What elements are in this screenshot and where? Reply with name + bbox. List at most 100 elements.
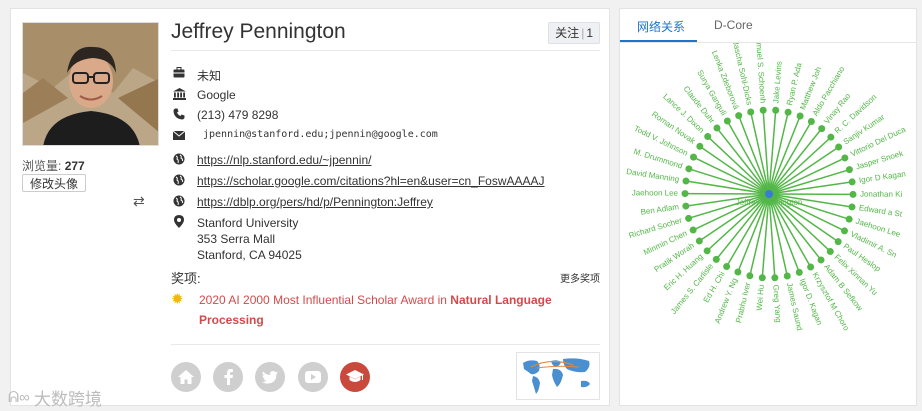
twitter-icon [262,370,278,384]
swap-icon[interactable]: ⇄ [133,193,145,210]
tab-d-core[interactable]: D-Core [714,18,753,32]
home-button[interactable] [171,362,201,392]
coauthor-edge [768,136,832,195]
globe-icon [171,174,187,189]
coauthor-edge [699,145,770,195]
coauthor-node[interactable] [759,106,767,114]
coauthor-node[interactable] [848,178,856,186]
twitter-button[interactable] [255,362,285,392]
follow-button[interactable]: 关注 | 1 [548,22,600,44]
homepage-link[interactable]: https://nlp.stanford.edu/~jpennin/ [197,153,371,167]
coauthor-node[interactable] [713,124,721,132]
facebook-button[interactable] [213,362,243,392]
world-map[interactable] [516,352,600,400]
change-avatar-button[interactable]: 修改头像 [22,174,86,192]
coauthor-node[interactable] [696,142,704,150]
coauthor-label[interactable]: Jaehoon Lee [632,188,679,197]
awards-label: 奖项: [171,271,201,286]
watermark-text: 大数跨境 [33,390,102,409]
avatar-photo [23,23,158,145]
coauthor-node[interactable] [681,190,689,198]
coauthor-node[interactable] [723,263,731,271]
coauthor-node[interactable] [689,226,697,234]
coauthor-node[interactable] [817,256,825,264]
coauthor-node[interactable] [784,108,792,116]
coauthor-label[interactable]: Samuel S. Schoenh [754,43,768,104]
coauthor-node[interactable] [827,133,835,141]
coauthor-node[interactable] [826,247,834,255]
coauthor-node[interactable] [685,165,693,173]
coauthor-label[interactable]: Greg Yang [771,284,783,322]
center-node[interactable] [765,190,773,198]
dblp-row: https://dblp.org/pers/hd/p/Pennington:Je… [171,195,433,210]
award-prefix: 2020 AI 2000 Most Influential Scholar Aw… [199,293,451,307]
coauthor-node[interactable] [845,166,853,174]
title-value: 未知 [197,69,222,83]
coauthor-node[interactable] [771,274,779,282]
coauthor-node[interactable] [746,272,754,280]
coauthor-node[interactable] [758,274,766,282]
graduation-cap-icon [346,370,364,382]
globe-icon [171,153,187,168]
profile-card: 浏览量: 277 修改头像 ⇄ Jeffrey Pennington 关注 | 1 … [10,8,610,406]
org-value: Google [197,88,236,102]
coauthor-node[interactable] [735,112,743,120]
coauthor-node[interactable] [772,106,780,114]
coauthor-node[interactable] [840,227,848,235]
center-label: Jeffrey Pennington [736,198,803,207]
address-row: Stanford University 353 Serra Mall Stanf… [171,215,302,263]
coauthor-label[interactable]: James Saund [785,282,804,332]
address-line2: 353 Serra Mall [197,232,276,246]
coauthor-node[interactable] [835,143,843,151]
coauthor-network-graph[interactable]: Jake Levins Ryan P. AdaMatthew JohAldo Pa… [620,43,916,405]
award-item: ✹ 2020 AI 2000 Most Influential Scholar … [171,290,571,330]
google-scholar-link[interactable]: https://scholar.google.com/citations?hl=… [197,174,545,188]
coauthor-label[interactable]: Ben Adlam [640,202,680,217]
address-block: Stanford University 353 Serra Mall Stanf… [197,215,302,263]
coauthor-node[interactable] [807,117,815,125]
coauthor-label[interactable]: David Manning [626,167,680,184]
scholar-button[interactable] [340,362,370,392]
coauthor-label[interactable]: Jonathan Ki [860,190,903,199]
coauthor-node[interactable] [703,247,711,255]
tab-network[interactable]: 网络关系 [637,18,685,35]
coauthor-node[interactable] [834,238,842,246]
divider [171,50,600,51]
coauthor-node[interactable] [690,153,698,161]
coauthor-node[interactable] [695,237,703,245]
coauthor-node[interactable] [682,177,690,185]
more-awards-link[interactable]: 更多奖项 [560,270,600,285]
world-map-icon [523,358,590,394]
coauthor-node[interactable] [747,108,755,116]
coauthor-label[interactable]: Wei Hu [755,284,766,311]
coauthor-label[interactable]: Prabhu Iver [734,281,752,324]
coauthor-label[interactable]: Igor D Kagan [858,169,906,185]
network-card: 网络关系 D-Core Jake Levins Ryan P. Ada Matthe… [619,8,917,406]
coauthor-node[interactable] [849,190,857,198]
coauthor-node[interactable] [848,203,856,211]
coauthor-node[interactable] [682,202,690,210]
coauthor-node[interactable] [685,214,693,222]
dblp-link[interactable]: https://dblp.org/pers/hd/p/Pennington:Je… [197,195,433,209]
address-line1: Stanford University [197,216,299,230]
award-text: 2020 AI 2000 Most Influential Scholar Aw… [199,290,571,330]
homepage-row: https://nlp.stanford.edu/~jpennin/ [171,153,371,168]
coauthor-label[interactable]: Edward a St [858,203,903,219]
coauthor-node[interactable] [807,263,815,271]
avatar[interactable] [22,22,159,146]
coauthor-node[interactable] [796,112,804,120]
coauthor-node[interactable] [783,272,791,280]
coauthor-node[interactable] [712,255,720,263]
coauthor-node[interactable] [704,133,712,141]
youtube-button[interactable] [298,362,328,392]
active-tab-indicator [620,40,697,42]
youtube-icon [305,371,321,383]
coauthor-node[interactable] [723,117,731,125]
coauthor-node[interactable] [795,268,803,276]
coauthor-node[interactable] [818,125,826,133]
coauthor-node[interactable] [841,154,849,162]
coauthor-node[interactable] [734,268,742,276]
coauthor-node[interactable] [845,215,853,223]
map-pin-icon [171,215,187,232]
coauthor-label[interactable]: Jake Levins [771,61,783,104]
